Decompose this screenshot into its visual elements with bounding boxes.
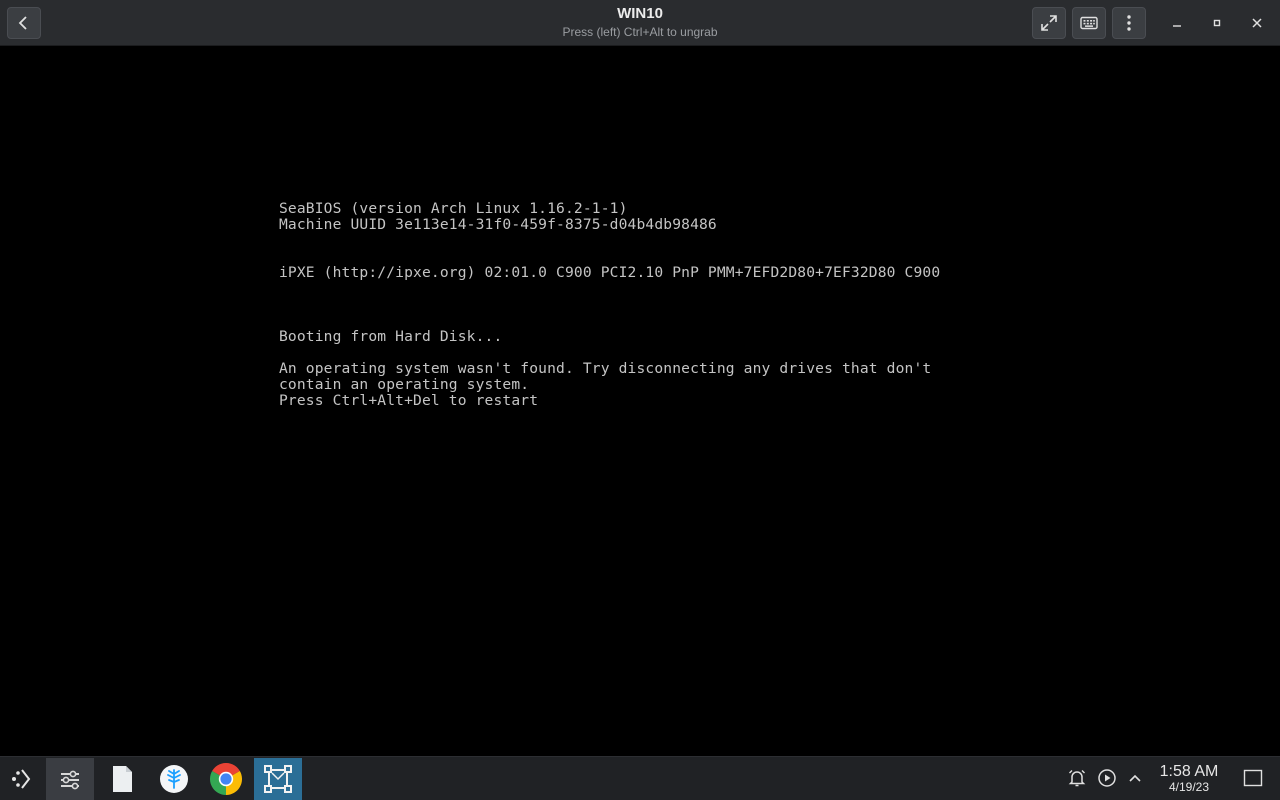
window-titlebar: WIN10 Press (left) Ctrl+Alt to ungrab bbox=[0, 0, 1280, 46]
tray-notifications[interactable] bbox=[1066, 767, 1088, 789]
taskbar-item-files[interactable] bbox=[98, 758, 146, 800]
console-line-ipxe: iPXE (http://ipxe.org) 02:01.0 C900 PCI2… bbox=[279, 264, 941, 281]
expand-arrows-icon bbox=[1041, 15, 1057, 31]
chevron-up-icon bbox=[1129, 774, 1141, 782]
tray-expand-button[interactable] bbox=[1124, 767, 1146, 789]
show-desktop-button[interactable] bbox=[1242, 767, 1264, 789]
media-play-icon bbox=[1098, 769, 1116, 787]
title-area: WIN10 Press (left) Ctrl+Alt to ungrab bbox=[440, 5, 840, 40]
application-launcher-icon bbox=[12, 769, 31, 789]
chevron-left-icon bbox=[18, 16, 27, 30]
maximize-button[interactable] bbox=[1202, 8, 1232, 38]
close-button[interactable] bbox=[1242, 8, 1272, 38]
close-icon bbox=[1252, 18, 1262, 28]
keyboard-button[interactable] bbox=[1072, 7, 1106, 39]
console-line-os-not-found-cont: contain an operating system. bbox=[279, 376, 530, 393]
file-icon bbox=[113, 766, 132, 792]
minimize-icon bbox=[1173, 25, 1181, 27]
alarm-bell-icon bbox=[1068, 770, 1086, 787]
back-button[interactable] bbox=[7, 7, 41, 39]
taskbar-item-steam[interactable] bbox=[150, 758, 198, 800]
vm-console-display[interactable]: SeaBIOS (version Arch Linux 1.16.2-1-1) … bbox=[0, 47, 1280, 756]
window-subtitle: Press (left) Ctrl+Alt to ungrab bbox=[562, 25, 718, 39]
window-title: WIN10 bbox=[617, 5, 663, 22]
console-line-seabios: SeaBIOS (version Arch Linux 1.16.2-1-1) bbox=[279, 200, 628, 217]
keyboard-icon bbox=[1080, 16, 1098, 30]
taskbar: 1:58 AM 4/19/23 bbox=[0, 756, 1280, 800]
taskbar-item-chrome[interactable] bbox=[202, 758, 250, 800]
console-line-uuid: Machine UUID 3e113e14-31f0-459f-8375-d04… bbox=[279, 216, 717, 233]
console-line-restart: Press Ctrl+Alt+Del to restart bbox=[279, 392, 539, 409]
console-line-booting: Booting from Hard Disk... bbox=[279, 328, 503, 345]
vertical-ellipsis-icon bbox=[1127, 15, 1131, 31]
settings-sliders-icon bbox=[61, 770, 79, 790]
menu-button[interactable] bbox=[1112, 7, 1146, 39]
digital-clock[interactable]: 1:58 AM 4/19/23 bbox=[1150, 763, 1228, 794]
taskbar-item-settings[interactable] bbox=[46, 758, 94, 800]
console-line-os-not-found: An operating system wasn't found. Try di… bbox=[279, 360, 932, 377]
application-launcher-button[interactable] bbox=[0, 758, 44, 800]
chrome-icon bbox=[210, 763, 242, 795]
maximize-icon bbox=[1213, 19, 1221, 27]
tray-media-player[interactable] bbox=[1096, 767, 1118, 789]
virtual-machine-icon bbox=[264, 765, 292, 793]
clock-date: 4/19/23 bbox=[1168, 780, 1210, 794]
fullscreen-button[interactable] bbox=[1032, 7, 1066, 39]
minimize-button[interactable] bbox=[1162, 8, 1192, 38]
show-desktop-icon bbox=[1243, 769, 1263, 787]
steam-deck-icon bbox=[160, 765, 188, 793]
clock-time: 1:58 AM bbox=[1159, 763, 1219, 780]
taskbar-item-virt-manager[interactable] bbox=[254, 758, 302, 800]
